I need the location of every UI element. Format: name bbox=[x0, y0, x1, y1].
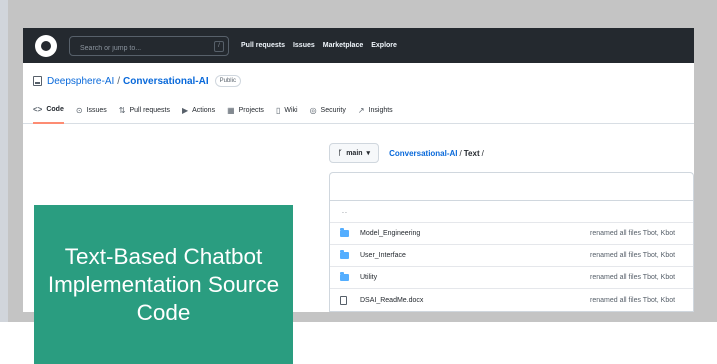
table-row[interactable]: Utility renamed all files Tbot, Kbot bbox=[330, 267, 693, 289]
repo-separator: / bbox=[117, 75, 121, 87]
folder-icon bbox=[340, 250, 349, 259]
commit-message[interactable]: renamed all files Tbot, Kbot bbox=[590, 297, 675, 304]
file-list: .. Model_Engineering renamed all files T… bbox=[329, 200, 694, 312]
visibility-badge: Public bbox=[214, 75, 241, 87]
breadcrumb-separator: / bbox=[481, 148, 484, 158]
commit-message[interactable]: renamed all files Tbot, Kbot bbox=[590, 252, 675, 259]
search-box[interactable]: / bbox=[69, 35, 229, 57]
nav-explore[interactable]: Explore bbox=[371, 42, 397, 49]
tab-label: Code bbox=[46, 106, 64, 113]
table-row[interactable]: Model_Engineering renamed all files Tbot… bbox=[330, 223, 693, 245]
tab-wiki[interactable]: ▯ Wiki bbox=[276, 98, 298, 124]
tab-label: Issues bbox=[86, 107, 107, 114]
wiki-icon: ▯ bbox=[275, 106, 281, 115]
folder-icon bbox=[340, 228, 349, 237]
branch-bar: ᚴ main ▾ Conversational-AI / Text / bbox=[329, 143, 486, 163]
nav-marketplace[interactable]: Marketplace bbox=[323, 42, 363, 49]
branch-select-button[interactable]: ᚴ main ▾ bbox=[329, 143, 380, 163]
repo-icon bbox=[33, 76, 42, 86]
table-row[interactable]: DSAI_ReadMe.docx renamed all files Tbot,… bbox=[330, 289, 693, 311]
repo-title: Deepsphere-AI / Conversational-AI Public bbox=[23, 72, 241, 90]
pull-request-icon: ⇅ bbox=[118, 106, 126, 115]
nav-pull-requests[interactable]: Pull requests bbox=[241, 42, 285, 49]
table-row[interactable]: User_Interface renamed all files Tbot, K… bbox=[330, 245, 693, 267]
tab-label: Insights bbox=[368, 107, 393, 114]
file-name[interactable]: User_Interface bbox=[360, 252, 590, 259]
tab-security[interactable]: ◎ Security bbox=[310, 98, 346, 124]
tab-label: Projects bbox=[238, 107, 264, 114]
tab-insights[interactable]: ↗ Insights bbox=[358, 98, 393, 124]
breadcrumb-repo-link[interactable]: Conversational-AI bbox=[389, 149, 457, 158]
search-input[interactable] bbox=[70, 39, 228, 57]
caption-callout: Text-Based Chatbot Implementation Source… bbox=[34, 205, 293, 364]
github-header: / Pull requests Issues Marketplace Explo… bbox=[23, 28, 694, 63]
tab-actions[interactable]: ▶ Actions bbox=[182, 98, 215, 124]
file-name[interactable]: Model_Engineering bbox=[360, 230, 590, 237]
tab-label: Actions bbox=[192, 107, 216, 114]
breadcrumb-separator: / bbox=[459, 148, 462, 158]
insights-icon: ↗ bbox=[357, 106, 365, 115]
tab-projects[interactable]: ▦ Projects bbox=[227, 98, 264, 124]
branch-name: main bbox=[346, 149, 363, 157]
tab-label: Wiki bbox=[284, 107, 298, 114]
caption-text: Text-Based Chatbot Implementation Source… bbox=[47, 243, 280, 325]
tab-code[interactable]: <> Code bbox=[33, 98, 64, 124]
left-border-strip bbox=[0, 0, 8, 322]
commit-message[interactable]: renamed all files Tbot, Kbot bbox=[590, 230, 675, 237]
header-nav: Pull requests Issues Marketplace Explore bbox=[241, 42, 397, 49]
nav-issues[interactable]: Issues bbox=[293, 42, 315, 49]
tab-issues[interactable]: ⊙ Issues bbox=[76, 98, 107, 124]
github-logo-icon[interactable] bbox=[35, 34, 57, 57]
chevron-down-icon: ▾ bbox=[366, 150, 371, 157]
parent-directory-row[interactable]: .. bbox=[330, 201, 693, 223]
actions-icon: ▶ bbox=[181, 106, 189, 115]
slash-shortcut-key: / bbox=[214, 40, 224, 52]
tab-label: Pull requests bbox=[129, 107, 170, 114]
file-icon bbox=[340, 295, 347, 305]
folder-icon bbox=[340, 272, 349, 281]
repo-owner-link[interactable]: Deepsphere-AI bbox=[47, 76, 114, 87]
code-icon: <> bbox=[33, 105, 43, 114]
projects-icon: ▦ bbox=[227, 106, 235, 115]
latest-commit-box bbox=[329, 172, 694, 200]
parent-directory-link[interactable]: .. bbox=[330, 208, 560, 215]
file-name[interactable]: DSAI_ReadMe.docx bbox=[360, 297, 590, 304]
issues-icon: ⊙ bbox=[75, 106, 83, 115]
branch-icon: ᚴ bbox=[338, 149, 343, 157]
breadcrumb-folder: Text bbox=[463, 148, 480, 158]
commit-message[interactable]: renamed all files Tbot, Kbot bbox=[590, 274, 675, 281]
file-name[interactable]: Utility bbox=[360, 274, 590, 281]
repo-name-link[interactable]: Conversational-AI bbox=[123, 76, 209, 87]
tab-label: Security bbox=[320, 107, 346, 114]
security-icon: ◎ bbox=[309, 106, 317, 115]
tab-pull-requests[interactable]: ⇅ Pull requests bbox=[119, 98, 170, 124]
repo-tabs: <> Code ⊙ Issues ⇅ Pull requests ▶ Actio… bbox=[23, 98, 694, 124]
